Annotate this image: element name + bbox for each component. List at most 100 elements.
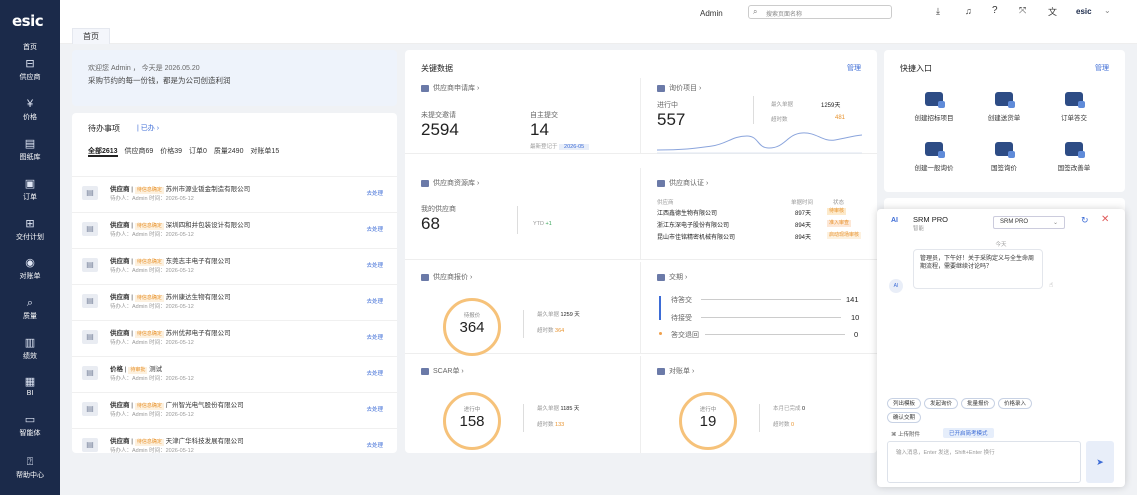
key-manage-link[interactable]: 管理 [847,63,861,73]
handle-button[interactable]: 去处理 [366,261,383,269]
todo-row-name: 东莞志丰电子有限公司 [165,258,231,265]
tab-statement[interactable]: 对账单15 [250,148,279,155]
delivery-date-block[interactable]: 交期 › 待答交 141 待接受 10 答交退回 0 [641,262,877,354]
handle-button[interactable]: 去处理 [366,441,383,449]
handle-button[interactable]: 去处理 [366,297,383,305]
fullscreen-icon[interactable]: ⤧ [1019,5,1026,16]
todo-row: ▤ 供应商 | 待信息确定 苏州优邦电子有限公司 待办人：Admin 时间：2026… [72,320,397,354]
translate-icon[interactable]: 文 [1048,5,1057,18]
close-icon[interactable]: ✕ [1101,214,1109,225]
thumb-icon[interactable]: ☝ [1049,281,1053,289]
sidebar-item-delivery[interactable]: ⊞ 交付计划 [0,218,60,242]
handle-button[interactable]: 去处理 [366,189,383,197]
quick-order-reply[interactable]: 订单答交 [1044,92,1104,122]
tab-supplier[interactable]: 供应商69 [125,148,154,155]
tab-home[interactable]: 首页 [72,28,110,44]
deliver-returned-label: 答交退回 [671,332,699,339]
statement-ring: 进行中 19 [679,392,737,450]
handle-button[interactable]: 去处理 [366,225,383,233]
todo-row-meta: 待办人：Admin 时间：2026-05-12 [110,304,194,310]
improvement-icon [1065,142,1085,158]
cert-supplier: 昆山市佳铭精密机械有限公司 [657,235,736,241]
certification-block[interactable]: 供应商认证 › 供应商 单据时间 状态 江西鑫德生物有限公司 897天 待审核 浙江东… [641,168,877,260]
todo-done-link[interactable]: | 已办 › [137,123,159,133]
sidebar-item-quality[interactable]: ⌕ 质量 [0,297,60,321]
my-supplier-label: 我的供应商 [421,206,456,213]
key-data-title: 关键数据 [421,64,453,73]
upload-attachment[interactable]: ⌘ 上传附件 [891,430,920,438]
quote-ring-value: 364 [459,319,485,336]
cert-days: 894天 [795,223,812,229]
scar-block[interactable]: SCAR单 › 进行中 158 最久单据 1185 天 超时数 133 [405,356,641,453]
sidebar-item-agent[interactable]: ▭ 智能体 [0,414,60,438]
delivery-date-icon [657,273,665,281]
scar-oldest: 最久单据 1185 天 [537,406,580,412]
tab-quality[interactable]: 质量2490 [214,148,244,155]
chip-price-entry[interactable]: 价格录入 [998,398,1033,409]
tab-all[interactable]: 全部2613 [88,148,118,157]
todo-row-meta: 待办人：Admin 时间：2026-05-12 [110,376,194,382]
supplier-quote-block[interactable]: 供应商报价 › 待报价 364 最久单据 1259 天 超时数 364 [405,262,641,356]
download-icon[interactable]: ⤓ [936,6,940,17]
reconcile-icon: ◉ [25,257,35,269]
inquiry-timeout-value: 481 [835,115,846,121]
todo-row-meta: 待办人：Admin 时间：2026-05-12 [110,268,194,274]
pending-invite-value: 2594 [421,120,459,139]
todo-row-name: 苏州优邦电子有限公司 [165,330,231,337]
paperclip-icon: ⌘ [891,432,899,438]
quote-oldest: 最久单据 1259 天 [537,312,580,318]
sidebar-item-supplier[interactable]: ⊟ 供应商 [0,58,60,82]
ytd-label: YTD +1 [533,221,552,227]
supplier-apply-block[interactable]: 供应商申请库 › 未提交邀请 2594 自主提交 14 最新登记于 2026-0… [405,78,641,154]
quick-create-delivery[interactable]: 创建送货单 [974,92,1034,122]
quick-sign-inquiry[interactable]: 国签询价 [974,142,1034,172]
cert-col-time: 单据时间 [791,200,814,206]
quick-create-inquiry[interactable]: 创建一般询价 [904,142,964,172]
inquiry-block[interactable]: 询价项目 › 进行中 557 最久单据 1259天 超时数 481 [641,78,877,154]
todo-row-meta: 待办人：Admin 时间：2026-05-12 [110,340,194,346]
handle-button[interactable]: 去处理 [366,369,383,377]
tab-price[interactable]: 价格39 [160,148,182,155]
chevron-down-icon[interactable]: ⌄ [1104,6,1111,15]
sidebar-item-reconcile[interactable]: ◉ 对账单 [0,257,60,281]
quick-manage-link[interactable]: 管理 [1095,63,1109,73]
statement-icon [657,367,665,375]
search-input[interactable]: ⌕ 搜索页面名称 [748,5,892,19]
welcome-card: 欢迎您 Admin ， 今天是 2026.05.20 采购节约的每一份钱，都是为… [72,50,397,106]
scar-ring: 进行中 158 [443,392,501,450]
sidebar-item-bi[interactable]: ▦ BI [0,376,60,397]
sidebar-item-price[interactable]: ¥ 价格 [0,98,60,122]
handle-button[interactable]: 去处理 [366,405,383,413]
help-circle-icon[interactable]: ? [992,5,998,16]
chip-confirm-date[interactable]: 确认交期 [887,412,922,423]
chat-input[interactable]: 输入消息，Enter 发送，Shift+Enter 换行 [887,441,1081,483]
mode-toggle[interactable]: 已开启简考模式 [943,428,994,438]
statement-block[interactable]: 对账单 › 进行中 19 本月已完成 0 超时数 0 [641,356,877,453]
sidebar-item-order[interactable]: ▣ 订单 [0,178,60,202]
send-button[interactable]: ➤ [1086,441,1114,483]
sidebar-item-performance[interactable]: ▥ 绩效 [0,337,60,361]
sidebar-item-drawing[interactable]: ▤ 图纸库 [0,138,60,162]
self-submit-label: 自主提交 [530,112,558,119]
sidebar-item-help[interactable]: ⍰ 帮助中心 [0,456,60,480]
supplier-pool-block[interactable]: 供应商资源库 › 我的供应商 68 YTD +1 [405,168,641,260]
model-select[interactable]: SRM PRO ⌄ [993,216,1065,229]
sidebar-item-home[interactable]: 首页 [0,28,60,52]
todo-row: ▤ 供应商 | 待信息确定 苏州市源业钣金制造有限公司 待办人：Admin 时间：2… [72,176,397,210]
scar-title: SCAR单 [433,368,460,375]
chip-start-inquiry[interactable]: 发起询价 [924,398,959,409]
quick-create-tender[interactable]: 创建招标项目 [904,92,964,122]
refresh-icon[interactable]: ↻ [1081,215,1089,226]
bell-icon[interactable]: ♫ [965,6,972,16]
chip-batch-quote[interactable]: 批量报价 [961,398,996,409]
handle-button[interactable]: 去处理 [366,333,383,341]
quick-entry-title: 快捷入口 [900,64,932,73]
order-reply-icon [1065,92,1085,108]
self-submit-value: 14 [530,120,549,139]
yen-icon: ¥ [26,98,34,110]
deliver-accept-value: 10 [851,313,860,322]
tab-order[interactable]: 订单0 [189,148,207,155]
quote-title: 供应商报价 [433,274,468,281]
cert-days: 897天 [795,211,812,217]
quick-improvement[interactable]: 国签改善单 [1044,142,1104,172]
